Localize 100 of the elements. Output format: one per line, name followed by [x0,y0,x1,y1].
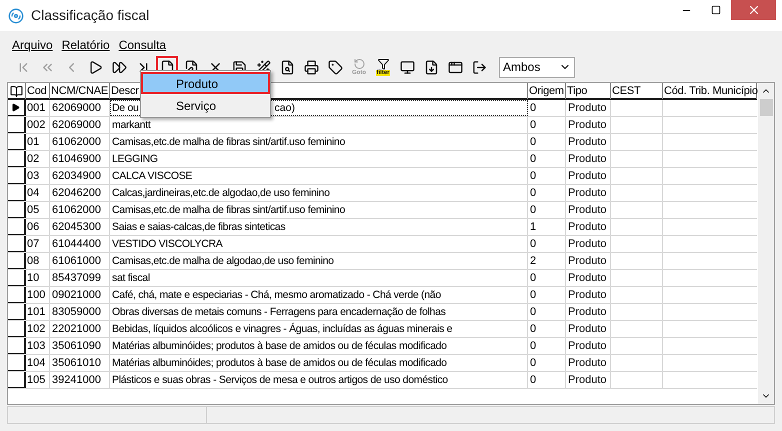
table-cell-text: Camisas,etc.de malha de algodao,de uso feminino [111,254,334,269]
table-cell: 61062000 [50,202,110,218]
table-cell: 0 [528,304,566,320]
table-cell: 85437099 [50,270,110,286]
menu-item[interactable]: Relatório [62,36,110,54]
table-cell: 101 [26,304,50,320]
table-cell: 83059000 [50,304,110,320]
table-cell: 03 [26,168,50,184]
maximize-icon [711,5,721,15]
document-search-icon [280,60,294,74]
table-cell-text: Café, chá, mate e especiarias - Chá, mesmo aromatizado - Chá verde (não [111,288,441,303]
table-cell-text: Saias e saias-calcas,de fibras sinteticas [111,220,286,235]
table-cell-text: Plásticos e suas obras - Serviços de mesa e outros artigos de uso doméstico [111,373,448,388]
table-cell: 0 [528,287,566,303]
table-cell: Produto [566,355,611,371]
table-cell-text: CALCA VISCOSE [111,169,192,184]
table-cell: 05 [26,202,50,218]
monitor-icon [400,60,414,74]
table-cell: 61062000 [50,134,110,150]
table-cell-text: Matérias albuminóides; produtos à base de amidos ou de féculas modificado [111,339,447,354]
table-cell: 102 [26,321,50,337]
exit-icon [472,60,486,74]
table-cell: Produto [566,304,611,320]
current-row-arrow-icon [11,103,20,112]
table-cell: Produto [566,219,611,235]
table-cell: 104 [26,355,50,371]
table-cell: 61044400 [50,236,110,252]
table-cell: 35061010 [50,355,110,371]
table-cell: Produto [566,253,611,269]
table-cell: Produto [566,372,611,388]
export-icon [424,60,438,74]
table-cell: 0 [528,134,566,150]
table-cell: 0 [528,117,566,133]
table-cell: Produto [566,185,611,201]
table-cell: 62045300 [50,219,110,235]
table-cell: 61046900 [50,151,110,167]
filter-select[interactable]: Ambos [499,56,575,78]
menu-item[interactable]: Arquivo [12,36,53,54]
table-cell: 01 [26,134,50,150]
table-cell: 06 [26,219,50,235]
table-cell: 10 [26,270,50,286]
table-cell: 0 [528,168,566,184]
table-cell: 09021000 [50,287,110,303]
table-cell: 100 [26,287,50,303]
table-cell-text: Obras diversas de metais comuns - Ferragens para encadernação de folhas [111,305,446,320]
table-cell: Produto [566,117,611,133]
table-cell: 0 [528,151,566,167]
table-cell: 0 [528,100,566,116]
column-header[interactable]: CEST [611,83,663,99]
menu-item[interactable]: Produto [141,72,270,94]
table-cell: 02 [26,151,50,167]
column-header[interactable]: Tipo [566,83,611,99]
column-header[interactable]: Cod [26,83,50,99]
app-icon [8,8,24,24]
windows-icon [448,60,462,74]
table-cell: 0 [528,236,566,252]
table-cell: 07 [26,236,50,252]
table-cell-text: sat fiscal [111,271,150,286]
table-cell: 22021000 [50,321,110,337]
table-cell-text: Bebidas, líquidos alcoólicos e vinagres - Águas, incluídas as águas minerais e [111,322,452,337]
table-cell-text: VESTIDO VISCOLYCRA [111,237,223,252]
table-cell: Produto [566,321,611,337]
table-cell: 1 [528,219,566,235]
table-cell: 62069000 [50,100,110,116]
table-cell-text: LEGGING [111,152,158,167]
close-button[interactable] [731,0,776,20]
table-cell: Produto [566,100,611,116]
table-cell-text: De ou [111,101,139,116]
window-title: Classificação fiscal [31,6,150,25]
fast-forward-icon [112,60,126,74]
printer-icon [304,60,318,74]
column-header[interactable]: Cód. Trib. Município [663,83,757,99]
table-cell: 105 [26,372,50,388]
table-cell: 35061090 [50,338,110,354]
book-icon [10,84,23,98]
table-cell-text: cao) [274,101,295,116]
filter-icon [376,58,390,70]
column-header[interactable]: Origem [528,83,566,99]
table-cell: Produto [566,338,611,354]
menu-item[interactable]: Consulta [118,36,166,54]
table-cell-text: Camisas,etc.de malha de fibras sint/artif.uso feminino [111,203,345,218]
table-cell: Produto [566,270,611,286]
table-cell-text: Camisas,etc.de malha de fibras sint/artif.uso feminino [111,135,345,150]
table-cell: 08 [26,253,50,269]
scrollbar[interactable] [758,83,774,404]
table-cell: 2 [528,253,566,269]
table-cell: 61061000 [50,253,110,269]
table-cell: Produto [566,134,611,150]
table-cell: 0 [528,270,566,286]
table-cell: Produto [566,287,611,303]
table-cell: 0 [528,338,566,354]
table-cell: 0 [528,202,566,218]
table-cell: 0 [528,185,566,201]
table-cell-text: markantt [111,118,150,133]
table-cell: 0 [528,321,566,337]
table-cell: 002 [26,117,50,133]
table-cell-text: Matérias albuminóides; produtos à base de amidos ou de féculas modificado [111,356,447,371]
table-cell: 103 [26,338,50,354]
scroll-thumb[interactable] [760,99,772,116]
column-header[interactable]: NCM/CNAE [50,83,110,99]
